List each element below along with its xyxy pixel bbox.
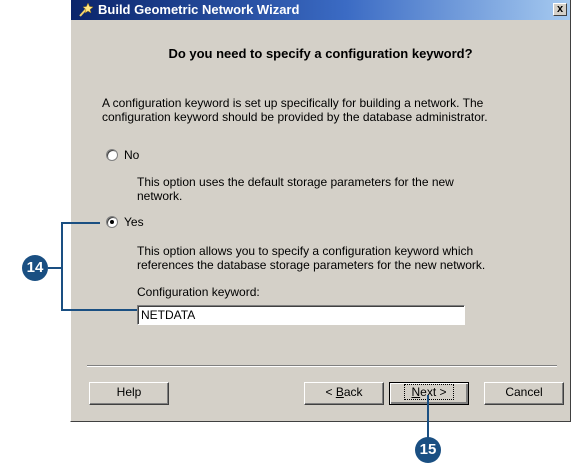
intro-line-2: configuration keyword should be provided…	[102, 110, 488, 124]
yes-radio-button[interactable]	[106, 216, 118, 228]
callout-14-bracket-bottom	[61, 309, 137, 311]
callout-14-bracket-vertical	[61, 222, 63, 311]
yes-option-label[interactable]: Yes	[124, 215, 144, 229]
callout-15-line	[427, 395, 429, 440]
close-button[interactable]: x	[553, 3, 567, 16]
yes-option-desc-1: This option allows you to specify a conf…	[137, 244, 474, 258]
wizard-dialog: Build Geometric Network Wizard x Do you …	[70, 0, 571, 422]
window-title: Build Geometric Network Wizard	[98, 2, 300, 17]
no-option-desc-1: This option uses the default storage par…	[137, 175, 454, 189]
title-bar[interactable]: Build Geometric Network Wizard x	[71, 0, 570, 20]
intro-line-1: A configuration keyword is set up specif…	[102, 96, 484, 110]
no-option-desc-2: network.	[137, 189, 183, 203]
callout-14-bracket-top	[61, 222, 100, 224]
button-separator	[87, 365, 557, 367]
next-mnemonic: N	[411, 385, 421, 399]
yes-option-desc-2: references the database storage paramete…	[137, 258, 486, 272]
help-button[interactable]: Help	[89, 382, 169, 405]
back-button[interactable]: < Back	[304, 382, 384, 405]
callout-14-marker: 14	[22, 255, 48, 281]
wizard-question: Do you need to specify a configuration k…	[168, 46, 473, 61]
configuration-keyword-input[interactable]: NETDATA	[137, 305, 465, 325]
back-rest: ack	[343, 385, 363, 399]
next-rest: ext >	[420, 385, 447, 399]
keyword-label: Configuration keyword:	[137, 285, 260, 299]
radio-selected-dot	[110, 220, 114, 224]
next-button[interactable]: Next >	[389, 382, 469, 405]
back-mnemonic: B	[335, 385, 344, 399]
back-prefix: <	[325, 385, 336, 399]
wizard-icon	[79, 2, 93, 17]
no-option-label[interactable]: No	[124, 148, 139, 162]
next-button-focus: Next >	[404, 384, 454, 400]
callout-14-stub	[48, 267, 62, 269]
cancel-button[interactable]: Cancel	[484, 382, 564, 405]
no-radio-button[interactable]	[106, 149, 118, 161]
help-button-label: Help	[116, 385, 142, 399]
cancel-button-label: Cancel	[505, 385, 543, 399]
callout-15-marker: 15	[415, 437, 441, 463]
